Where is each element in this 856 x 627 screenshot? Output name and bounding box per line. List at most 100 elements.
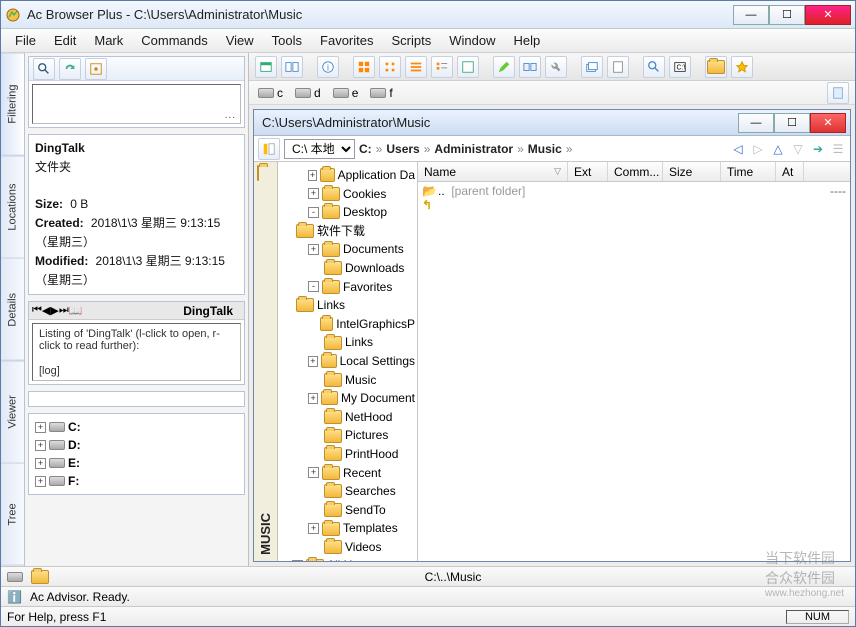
tree-node[interactable]: Pictures: [280, 426, 415, 445]
column-header[interactable]: Comm...: [608, 162, 663, 181]
menu-scripts[interactable]: Scripts: [384, 31, 440, 50]
view-details-icon[interactable]: [431, 56, 453, 78]
crumb-admin[interactable]: Administrator: [434, 142, 513, 156]
nav-back-icon[interactable]: ◁: [730, 141, 746, 157]
nav-next-icon[interactable]: ▶: [50, 304, 58, 317]
menu-tools[interactable]: Tools: [264, 31, 310, 50]
maximize-button[interactable]: ☐: [769, 5, 805, 25]
drive-d[interactable]: d: [292, 85, 324, 101]
tree-node[interactable]: IntelGraphicsP: [280, 315, 415, 334]
nav-book-icon[interactable]: 📖: [69, 304, 83, 317]
tree-node[interactable]: +Cookies: [280, 185, 415, 204]
crumb-c[interactable]: C:: [359, 142, 372, 156]
menu-file[interactable]: File: [7, 31, 44, 50]
menu-edit[interactable]: Edit: [46, 31, 84, 50]
tree-node[interactable]: PrintHood: [280, 445, 415, 464]
inner-minimize-button[interactable]: —: [738, 113, 774, 133]
dual-pane-icon[interactable]: [281, 56, 303, 78]
crumb-music[interactable]: Music: [528, 142, 562, 156]
tree-node[interactable]: 软件下载: [280, 222, 415, 241]
tree-node[interactable]: +Documents: [280, 240, 415, 259]
inner-maximize-button[interactable]: ☐: [774, 113, 810, 133]
menu-help[interactable]: Help: [505, 31, 548, 50]
tree-node[interactable]: +Templates: [280, 519, 415, 538]
nav-menu-icon[interactable]: ☰: [830, 141, 846, 157]
tree-node[interactable]: NetHood: [280, 408, 415, 427]
nav-down-icon[interactable]: ▽: [790, 141, 806, 157]
tree-node[interactable]: Downloads: [280, 259, 415, 278]
search-tool-icon[interactable]: [643, 56, 665, 78]
edit-icon[interactable]: [493, 56, 515, 78]
fav-icon[interactable]: [731, 56, 753, 78]
nav-prev-icon[interactable]: ◀: [42, 304, 50, 317]
view-icons-icon[interactable]: [353, 56, 375, 78]
tree-node[interactable]: +All Users: [280, 556, 415, 561]
options-icon[interactable]: [85, 58, 107, 80]
tree-node[interactable]: Music: [280, 371, 415, 390]
column-header[interactable]: Name▽: [418, 162, 568, 181]
filter-more-button[interactable]: ...: [225, 110, 236, 121]
terminal-icon[interactable]: C:\: [669, 56, 691, 78]
view-small-icon[interactable]: [379, 56, 401, 78]
compare-icon[interactable]: [519, 56, 541, 78]
folder-tree[interactable]: +Application Da+Cookies-Desktop软件下载+Docu…: [278, 162, 418, 561]
drive-c[interactable]: c: [255, 85, 286, 101]
menu-view[interactable]: View: [218, 31, 262, 50]
tree-node[interactable]: +Local Settings: [280, 352, 415, 371]
column-header[interactable]: Ext: [568, 162, 608, 181]
column-header[interactable]: Size: [663, 162, 721, 181]
drive-f[interactable]: f: [367, 85, 395, 101]
tree-node[interactable]: -Favorites: [280, 278, 415, 297]
inner-close-button[interactable]: ✕: [810, 113, 846, 133]
nav-forward-icon[interactable]: ▷: [750, 141, 766, 157]
toggle-tree-icon[interactable]: [258, 138, 280, 160]
view-thumbs-icon[interactable]: [457, 56, 479, 78]
tree-node[interactable]: Videos: [280, 538, 415, 557]
menu-window[interactable]: Window: [441, 31, 503, 50]
tree-node[interactable]: -Desktop: [280, 203, 415, 222]
menu-commands[interactable]: Commands: [133, 31, 215, 50]
info-icon[interactable]: i: [317, 56, 339, 78]
drive-tree-item[interactable]: +E:: [35, 454, 238, 472]
nav-up-icon[interactable]: △: [770, 141, 786, 157]
tree-node[interactable]: Links: [280, 296, 415, 315]
refresh-icon[interactable]: [59, 58, 81, 80]
page-icon[interactable]: [607, 56, 629, 78]
view-list-icon[interactable]: [405, 56, 427, 78]
music-tab-label[interactable]: MUSIC: [258, 507, 273, 561]
menu-mark[interactable]: Mark: [86, 31, 131, 50]
tree-node[interactable]: +My Document: [280, 389, 415, 408]
nav-last-icon[interactable]: ⏭: [59, 304, 69, 317]
search-icon[interactable]: [33, 58, 55, 80]
new-window-icon[interactable]: [255, 56, 277, 78]
tree-node[interactable]: +Recent: [280, 464, 415, 483]
tree-node[interactable]: Links: [280, 333, 415, 352]
drive-e[interactable]: e: [330, 85, 362, 101]
parent-folder-row[interactable]: 📂↰ .. [parent folder] ----: [418, 182, 850, 200]
close-button[interactable]: ✕: [805, 5, 851, 25]
column-header[interactable]: At: [776, 162, 804, 181]
stacked-icon[interactable]: [581, 56, 603, 78]
folder-icon[interactable]: [705, 56, 727, 78]
folder-icon[interactable]: [257, 165, 259, 181]
crumb-users[interactable]: Users: [386, 142, 419, 156]
drive-combo[interactable]: C:\ 本地: [284, 139, 355, 159]
filter-input[interactable]: ...: [32, 84, 241, 124]
drive-tree-item[interactable]: +D:: [35, 436, 238, 454]
sidetab-filtering[interactable]: Filtering: [1, 53, 24, 156]
drive-tree-item[interactable]: +C:: [35, 418, 238, 436]
sidetab-viewer[interactable]: Viewer: [1, 361, 24, 464]
sidetab-locations[interactable]: Locations: [1, 156, 24, 259]
drive-tree-item[interactable]: +F:: [35, 472, 238, 490]
sidetab-details[interactable]: Details: [1, 258, 24, 361]
minimize-button[interactable]: —: [733, 5, 769, 25]
sidetab-tree[interactable]: Tree: [1, 463, 24, 566]
tree-node[interactable]: +Application Da: [280, 166, 415, 185]
nav-first-icon[interactable]: ⏮: [32, 304, 42, 317]
menu-favorites[interactable]: Favorites: [312, 31, 381, 50]
tree-node[interactable]: Searches: [280, 482, 415, 501]
tree-node[interactable]: SendTo: [280, 501, 415, 520]
nav-go-icon[interactable]: ➔: [810, 141, 826, 157]
column-header[interactable]: Time: [721, 162, 776, 181]
notes-icon[interactable]: [827, 82, 849, 104]
